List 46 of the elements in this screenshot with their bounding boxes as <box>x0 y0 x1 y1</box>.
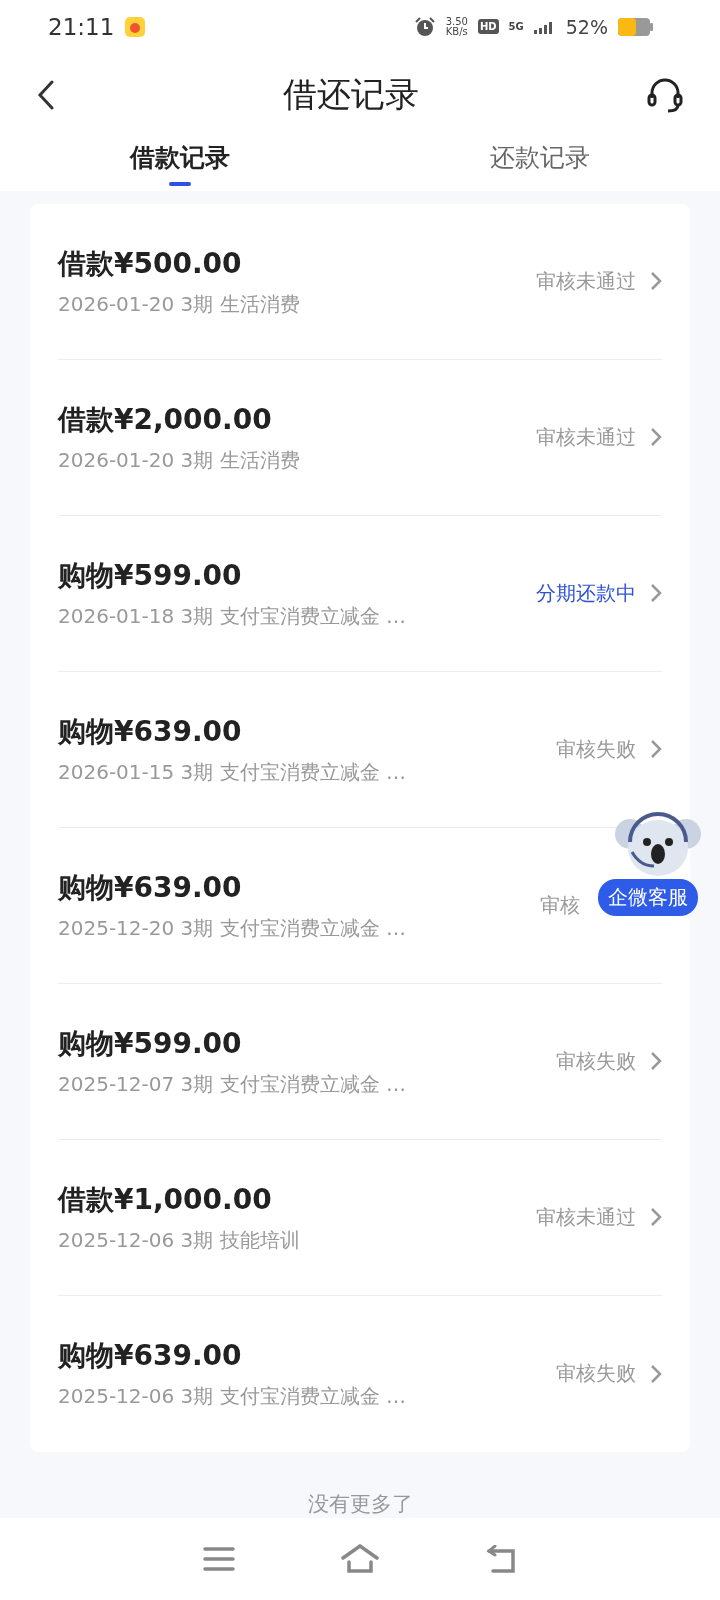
record-amount[interactable]: 购物¥599.00 <box>58 1024 540 1063</box>
network-type: 5G <box>508 21 524 33</box>
chevron-right-icon[interactable] <box>650 1207 662 1228</box>
chevron-right-icon[interactable] <box>650 271 662 292</box>
chevron-right-icon[interactable] <box>650 739 662 760</box>
record-status: 分期还款中 <box>536 579 636 607</box>
app-notification-icon <box>124 15 147 38</box>
record-status: 审核失败 <box>556 735 636 763</box>
record-status: 审核失败 <box>556 1360 636 1388</box>
record-details: 2026-01-20 3期 生活消费 <box>58 446 301 474</box>
network-speed: 3.50 <box>445 16 468 27</box>
battery-percent: 52% <box>565 15 608 38</box>
chevron-right-icon[interactable] <box>650 583 662 604</box>
record-details: 2025-12-06 3期 支付宝消费立减金 … <box>58 1383 408 1411</box>
chevron-right-icon[interactable] <box>650 1051 662 1072</box>
home-icon[interactable] <box>341 1543 379 1574</box>
status-time: 21:11 <box>48 13 115 40</box>
no-more-text: 没有更多了 <box>307 1490 413 1518</box>
chevron-right-icon[interactable] <box>650 427 662 448</box>
record-status: 审核 <box>540 891 580 919</box>
back-nav-icon[interactable] <box>485 1544 517 1573</box>
battery-icon <box>618 17 654 36</box>
chevron-right-icon[interactable] <box>650 1363 662 1384</box>
record-details: 2026-01-20 3期 生活消费 <box>58 290 301 318</box>
record-amount[interactable]: 购物¥639.00 <box>58 868 540 907</box>
record-status: 审核失败 <box>556 1047 636 1075</box>
record-status: 审核未通过 <box>536 423 636 451</box>
record-details: 2025-12-07 3期 支付宝消费立减金 … <box>58 1070 408 1098</box>
back-icon[interactable] <box>36 80 56 111</box>
customer-service-button[interactable]: 企微客服 <box>598 879 698 916</box>
menu-icon[interactable] <box>203 1545 235 1572</box>
record-amount[interactable]: 购物¥639.00 <box>58 712 540 751</box>
tab[interactable]: 借款记录 <box>130 141 230 175</box>
record-details: 2026-01-15 3期 支付宝消费立减金 … <box>58 758 408 786</box>
speed-unit: KB/s <box>445 26 468 37</box>
record-details: 2025-12-20 3期 支付宝消费立减金 … <box>58 914 408 942</box>
alarm-icon <box>413 15 436 38</box>
headset-icon[interactable] <box>646 76 684 115</box>
tab[interactable]: 还款记录 <box>490 141 590 175</box>
record-details: 2026-01-18 3期 支付宝消费立减金 … <box>58 602 408 630</box>
page-title: 借还记录 <box>283 73 419 117</box>
record-status: 审核未通过 <box>536 1203 636 1231</box>
record-details: 2025-12-06 3期 技能培训 <box>58 1226 301 1254</box>
record-status: 审核未通过 <box>536 267 636 295</box>
hd-badge: HD <box>477 19 499 35</box>
record-amount[interactable]: 购物¥639.00 <box>58 1337 540 1376</box>
